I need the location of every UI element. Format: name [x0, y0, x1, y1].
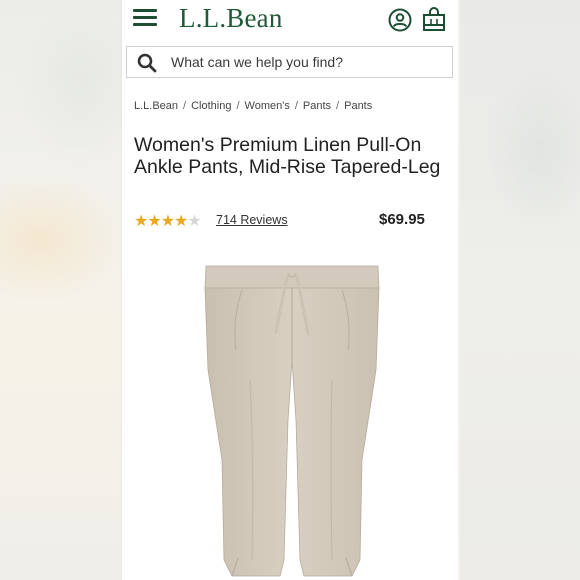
star-rating[interactable]: ★★★★★	[134, 211, 202, 231]
product-price: $69.95	[379, 211, 425, 228]
breadcrumb-item-llbean[interactable]: L.L.Bean	[134, 100, 178, 112]
breadcrumb: L.L.Bean / Clothing / Women's / Pants / Pants	[134, 100, 372, 112]
site-header: L.L.Bean	[122, 0, 458, 40]
breadcrumb-item-pants-current[interactable]: Pants	[344, 100, 372, 112]
product-image-linen-pants[interactable]	[192, 260, 392, 580]
rating-stars: ★★★★★	[134, 211, 202, 231]
breadcrumb-separator: /	[336, 100, 340, 112]
search-icon[interactable]	[137, 53, 157, 73]
product-title: Women's Premium Linen Pull-On Ankle Pant…	[134, 134, 441, 178]
breadcrumb-separator: /	[236, 100, 240, 112]
star-filled-icon: ★	[134, 213, 148, 230]
hamburger-menu-icon[interactable]	[133, 9, 157, 27]
shopping-bag-icon[interactable]	[422, 6, 446, 32]
search-input[interactable]	[171, 47, 441, 77]
background-right	[460, 0, 580, 580]
star-filled-icon: ★	[174, 213, 188, 230]
search-bar	[126, 46, 453, 78]
reviews-link[interactable]: 714 Reviews	[216, 213, 288, 227]
star-empty-icon: ★	[187, 213, 201, 230]
account-icon[interactable]	[388, 8, 412, 32]
star-filled-icon: ★	[147, 213, 161, 230]
breadcrumb-separator: /	[294, 100, 298, 112]
mobile-page: L.L.Bean L.L.Bean / Clothing / Women's / Pants…	[122, 0, 458, 580]
breadcrumb-separator: /	[183, 100, 187, 112]
brand-logo[interactable]: L.L.Bean	[179, 3, 283, 34]
star-filled-icon: ★	[160, 213, 175, 230]
breadcrumb-item-womens[interactable]: Women's	[245, 100, 290, 112]
background-left	[0, 0, 122, 580]
breadcrumb-item-clothing[interactable]: Clothing	[191, 100, 231, 112]
breadcrumb-item-pants[interactable]: Pants	[303, 100, 331, 112]
